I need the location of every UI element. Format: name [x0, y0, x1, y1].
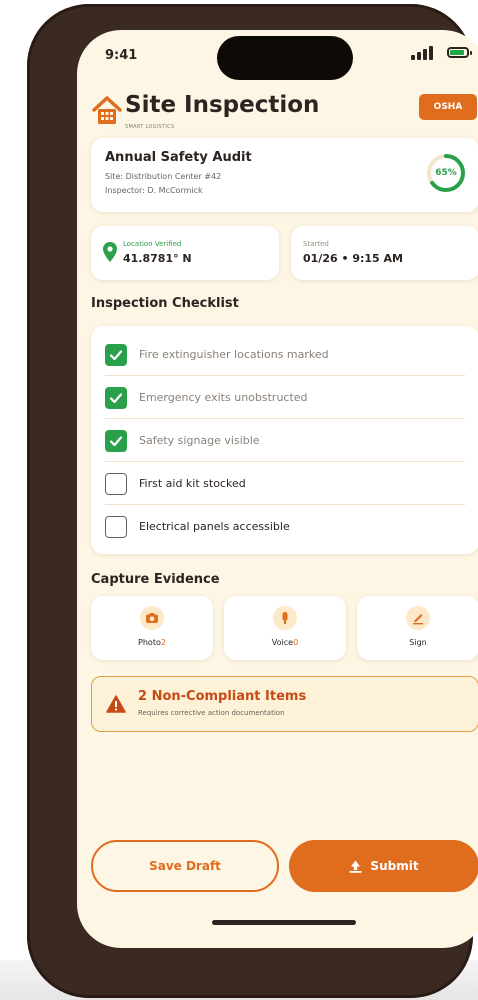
- dynamic-island: [217, 36, 353, 80]
- alert-title: 2 Non-Compliant Items: [138, 689, 307, 704]
- started-value: 01/26 • 9:15 AM: [303, 252, 403, 265]
- signature-icon: [406, 606, 430, 630]
- checklist-item[interactable]: Emergency exits unobstructed: [91, 376, 478, 419]
- location-card: Location Verified 41.8781° N: [91, 226, 279, 280]
- battery-icon: [447, 47, 472, 58]
- started-label: Started: [303, 240, 329, 248]
- checklist-item-label: Electrical panels accessible: [139, 520, 290, 533]
- camera-icon: [140, 606, 164, 630]
- checkbox[interactable]: [105, 343, 127, 366]
- submit-label: Submit: [370, 859, 419, 873]
- location-value: 41.8781° N: [123, 252, 192, 265]
- audit-site: Site: Distribution Center #42: [105, 172, 222, 181]
- started-card: Started 01/26 • 9:15 AM: [291, 226, 478, 280]
- checklist-item[interactable]: Electrical panels accessible: [91, 505, 478, 548]
- status-time: 9:41: [105, 48, 138, 63]
- checklist-item-label: Emergency exits unobstructed: [139, 391, 308, 404]
- osha-badge[interactable]: OSHA: [419, 94, 477, 120]
- sign-label-text: Sign: [409, 638, 427, 647]
- page-title: Site Inspection: [125, 92, 320, 118]
- checklist-item[interactable]: First aid kit stocked: [91, 462, 478, 505]
- checklist-item[interactable]: Safety signage visible: [91, 419, 478, 462]
- audit-inspector: Inspector: D. McCormick: [105, 186, 203, 195]
- checklist-item-label: First aid kit stocked: [139, 477, 246, 490]
- warning-icon: [106, 695, 126, 713]
- photo-button[interactable]: Photo2: [91, 596, 213, 660]
- save-draft-button[interactable]: Save Draft: [91, 840, 279, 892]
- progress-percent: 65%: [435, 168, 457, 178]
- audit-title: Annual Safety Audit: [105, 150, 252, 165]
- checkmark-icon: [109, 392, 123, 403]
- phone-frame: 9:41 Site Inspection SMART LOGISTICS OSH…: [27, 4, 478, 998]
- voice-label: Voice0: [224, 638, 346, 647]
- logo-caption: SMART LOGISTICS: [125, 124, 175, 130]
- voice-label-text: Voice: [271, 638, 294, 647]
- checklist-item-label: Safety signage visible: [139, 434, 260, 447]
- sign-button[interactable]: Sign: [357, 596, 478, 660]
- upload-icon: [349, 860, 362, 873]
- checklist-card: Fire extinguisher locations marked Emerg…: [91, 326, 478, 554]
- voice-count: 0: [293, 638, 299, 647]
- checkmark-icon: [109, 349, 123, 360]
- house-logo-icon: [92, 96, 122, 124]
- location-pin-icon: [103, 242, 117, 262]
- checkbox[interactable]: [105, 429, 127, 452]
- signal-icon: [411, 46, 433, 60]
- non-compliant-alert[interactable]: 2 Non-Compliant Items Requires correctiv…: [91, 676, 478, 732]
- checkbox[interactable]: [105, 515, 127, 538]
- evidence-title: Capture Evidence: [91, 572, 220, 587]
- microphone-icon: [273, 606, 297, 630]
- sign-label: Sign: [357, 638, 478, 647]
- photo-count: 2: [160, 638, 166, 647]
- checklist-item[interactable]: Fire extinguisher locations marked: [91, 333, 478, 376]
- checklist-item-label: Fire extinguisher locations marked: [139, 348, 329, 361]
- location-label: Location Verified: [123, 240, 182, 248]
- checkbox[interactable]: [105, 472, 127, 495]
- checklist-title: Inspection Checklist: [91, 296, 239, 311]
- voice-button[interactable]: Voice0: [224, 596, 346, 660]
- app-screen: 9:41 Site Inspection SMART LOGISTICS OSH…: [77, 30, 478, 948]
- photo-label: Photo2: [91, 638, 213, 647]
- photo-label-text: Photo: [138, 638, 161, 647]
- alert-subtitle: Requires corrective action documentation: [138, 709, 285, 717]
- checkmark-icon: [109, 435, 123, 446]
- home-indicator[interactable]: [212, 920, 356, 925]
- audit-summary-card[interactable]: Annual Safety Audit Site: Distribution C…: [91, 138, 478, 212]
- checkbox[interactable]: [105, 386, 127, 409]
- submit-button[interactable]: Submit: [289, 840, 478, 892]
